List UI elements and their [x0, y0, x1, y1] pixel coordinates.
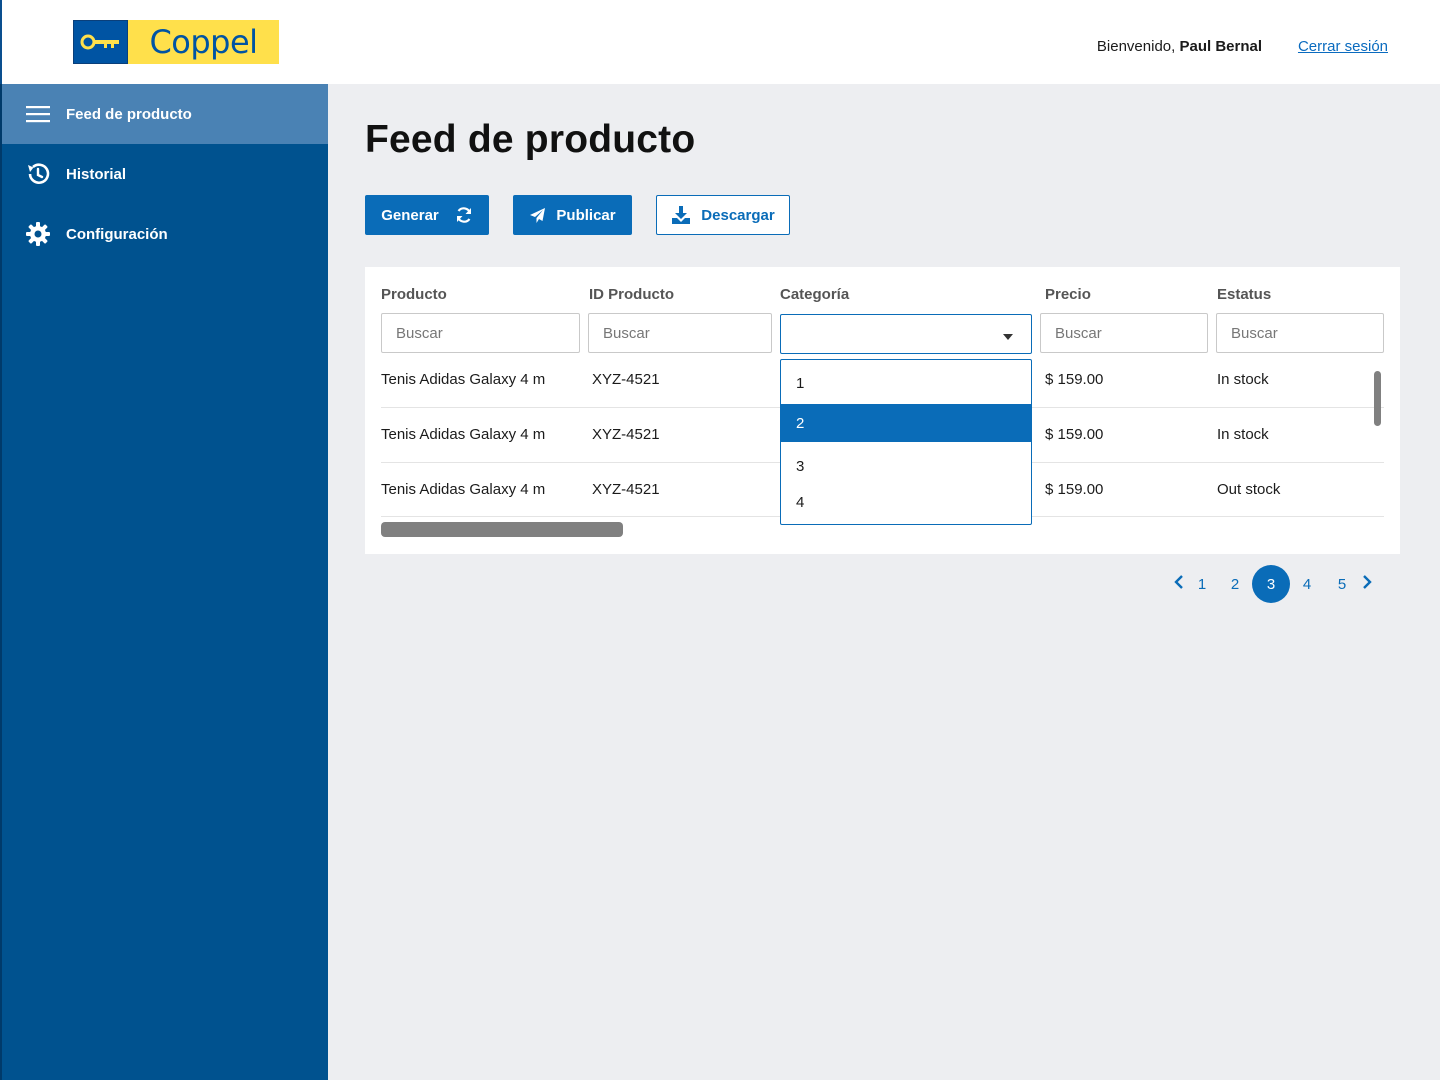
coppel-logo[interactable]: Coppel: [73, 20, 279, 64]
cell-price: $ 159.00: [1045, 371, 1104, 388]
top-header: Coppel Bienvenido, Paul Bernal Cerrar se…: [0, 0, 1440, 84]
column-header-precio[interactable]: Precio: [1045, 286, 1091, 303]
welcome-prefix: Bienvenido,: [1096, 38, 1180, 55]
chevron-right-icon: [1362, 575, 1372, 593]
welcome-message: Bienvenido, Paul Bernal: [1097, 38, 1262, 55]
filter-estatus-input[interactable]: [1216, 313, 1384, 353]
sidebar: Feed de producto Historial Configuración: [0, 84, 328, 1080]
menu-icon: [24, 100, 52, 128]
download-button[interactable]: Descargar: [656, 195, 790, 235]
sidebar-item-feed[interactable]: Feed de producto: [2, 84, 328, 144]
cell-product: Tenis Adidas Galaxy 4 m: [381, 426, 546, 443]
cell-status: In stock: [1217, 426, 1269, 443]
page-title: Feed de producto: [365, 118, 696, 161]
column-header-estatus[interactable]: Estatus: [1217, 286, 1271, 303]
cell-id: XYZ-4521: [592, 371, 660, 388]
category-option[interactable]: 4: [781, 484, 1031, 520]
cell-price: $ 159.00: [1045, 481, 1104, 498]
column-header-id-producto[interactable]: ID Producto: [589, 286, 674, 303]
logout-link[interactable]: Cerrar sesión: [1298, 38, 1388, 55]
cell-id: XYZ-4521: [592, 426, 660, 443]
category-dropdown-list: 1 2 3 4: [780, 359, 1032, 525]
column-header-categoria[interactable]: Categoría: [780, 286, 849, 303]
cell-product: Tenis Adidas Galaxy 4 m: [381, 371, 546, 388]
category-option-selected[interactable]: 2: [781, 404, 1031, 442]
logo-wordmark: Coppel: [128, 20, 279, 64]
generate-label: Generar: [381, 206, 439, 224]
refresh-icon: [455, 206, 473, 224]
download-icon: [671, 205, 691, 225]
key-icon: [73, 20, 128, 64]
sidebar-item-label: Historial: [66, 165, 127, 183]
vertical-scrollbar[interactable]: [1374, 371, 1381, 426]
horizontal-scrollbar[interactable]: [381, 522, 623, 537]
generate-button[interactable]: Generar: [365, 195, 489, 235]
cell-product: Tenis Adidas Galaxy 4 m: [381, 481, 546, 498]
chevron-left-icon: [1174, 575, 1184, 593]
publish-button[interactable]: Publicar: [513, 195, 632, 235]
filter-producto-input[interactable]: [381, 313, 580, 353]
sidebar-item-label: Configuración: [66, 225, 168, 243]
page-button-1[interactable]: 1: [1184, 566, 1220, 602]
sidebar-item-historial[interactable]: Historial: [2, 144, 328, 204]
sidebar-item-configuracion[interactable]: Configuración: [2, 204, 328, 264]
cell-price: $ 159.00: [1045, 426, 1104, 443]
history-icon: [24, 160, 52, 188]
category-option[interactable]: 3: [781, 448, 1031, 484]
send-icon: [529, 207, 546, 224]
cell-status: Out stock: [1217, 481, 1281, 498]
page-button-2[interactable]: 2: [1217, 566, 1253, 602]
sidebar-item-label: Feed de producto: [66, 105, 192, 123]
next-page-button[interactable]: [1349, 566, 1385, 602]
category-option[interactable]: 1: [781, 364, 1031, 402]
filter-precio-input[interactable]: [1040, 313, 1208, 353]
user-name: Paul Bernal: [1179, 38, 1262, 55]
page-button-4[interactable]: 4: [1289, 566, 1325, 602]
cell-status: In stock: [1217, 371, 1269, 388]
caret-down-icon: [1003, 334, 1013, 340]
cell-id: XYZ-4521: [592, 481, 660, 498]
filter-categoria-select[interactable]: [780, 314, 1032, 354]
filter-id-producto-input[interactable]: [588, 313, 772, 353]
download-label: Descargar: [701, 206, 775, 224]
page-button-3-current[interactable]: 3: [1252, 565, 1290, 603]
publish-label: Publicar: [556, 206, 616, 224]
gear-icon: [24, 220, 52, 248]
column-header-producto[interactable]: Producto: [381, 286, 447, 303]
